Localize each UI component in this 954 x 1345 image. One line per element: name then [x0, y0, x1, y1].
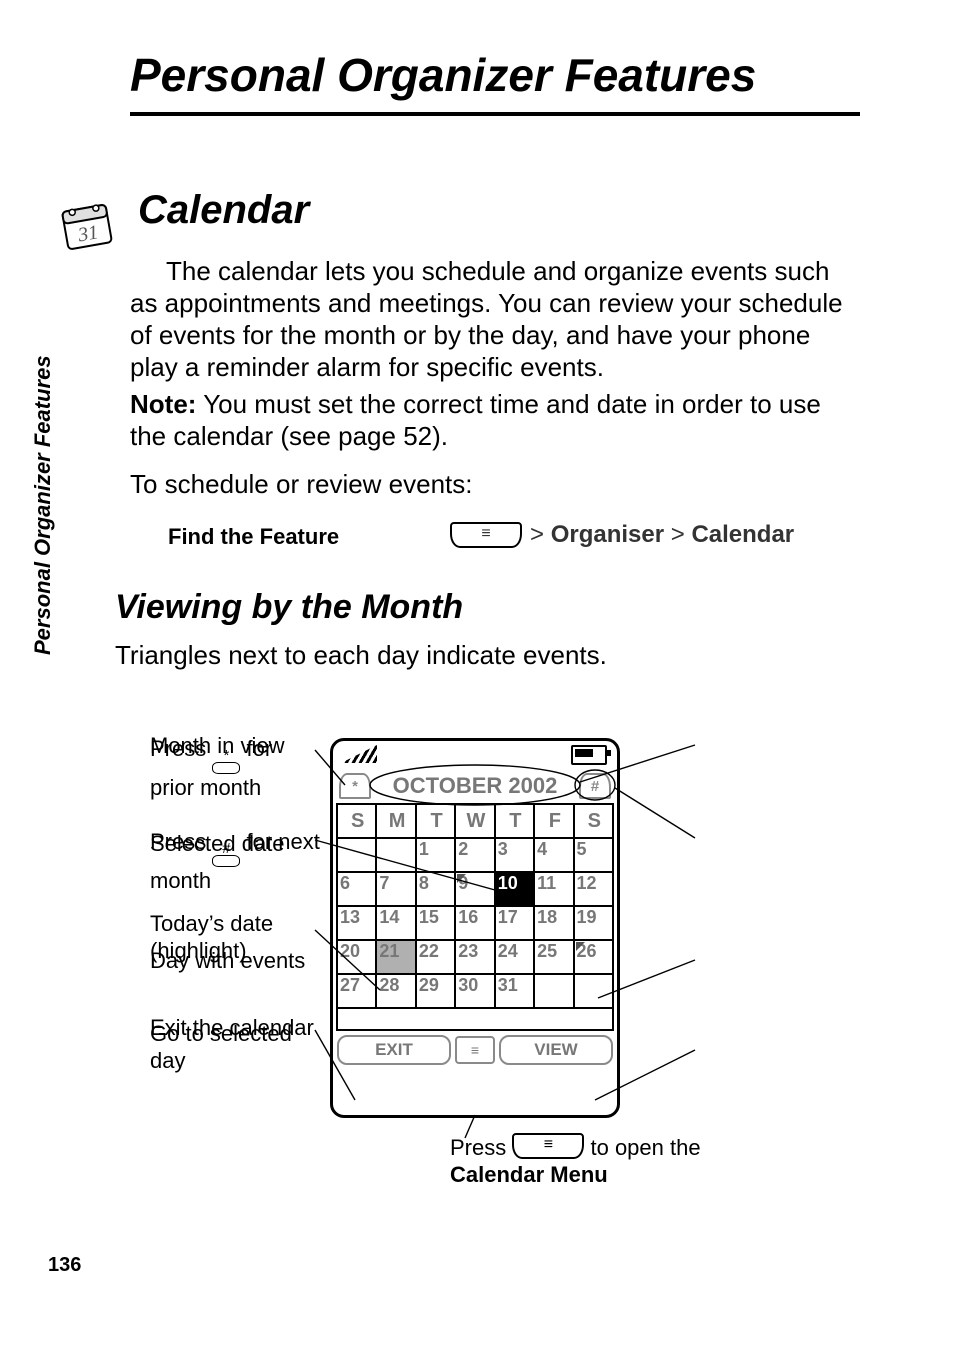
schedule-line: To schedule or review events:	[130, 468, 860, 500]
day-w0-1[interactable]	[376, 838, 415, 872]
day-w4-0[interactable]: 27	[337, 974, 376, 1008]
calendar-grid: S M T W T F S 1 2 3 4 5 6 7 8 9	[336, 803, 614, 1031]
dow-0: S	[337, 804, 376, 838]
day-w4-4[interactable]: 31	[495, 974, 534, 1008]
page-number: 136	[48, 1254, 81, 1277]
find-the-feature-label: Find the Feature	[168, 524, 339, 550]
menu-footnote: Press to open the Calendar Menu	[450, 1133, 701, 1188]
dow-4: T	[495, 804, 534, 838]
day-w3-5[interactable]: 25	[534, 940, 573, 974]
svg-text:31: 31	[75, 221, 100, 246]
day-w4-6[interactable]	[574, 974, 613, 1008]
day-w3-3[interactable]: 23	[455, 940, 494, 974]
section-heading-calendar: Calendar	[138, 188, 309, 233]
title-rule	[130, 112, 860, 116]
prev-month-key[interactable]: *	[339, 773, 371, 799]
day-w0-5[interactable]: 4	[534, 838, 573, 872]
foot-a: Press	[450, 1135, 512, 1160]
week-extra	[337, 1008, 613, 1030]
side-tab-label: Personal Organizer Features	[30, 340, 64, 670]
note-text: You must set the correct time and date i…	[130, 389, 821, 451]
week-4: 27 28 29 30 31	[337, 974, 613, 1008]
dow-3: W	[455, 804, 494, 838]
day-w4-1[interactable]: 28	[376, 974, 415, 1008]
callout-day-with-events: Day with events	[150, 947, 315, 974]
phone-screen: * OCTOBER 2002 # S M T W T F S 1 2 3 4 5	[330, 738, 620, 1118]
callout-month-in-view: Month in view	[150, 732, 315, 759]
week-2: 13 14 15 16 17 18 19	[337, 906, 613, 940]
extra-row	[337, 1008, 613, 1030]
week-0: 1 2 3 4 5	[337, 838, 613, 872]
day-w2-3[interactable]: 16	[455, 906, 494, 940]
day-w0-4[interactable]: 3	[495, 838, 534, 872]
day-w0-3[interactable]: 2	[455, 838, 494, 872]
day-w2-0[interactable]: 13	[337, 906, 376, 940]
day-w4-3[interactable]: 30	[455, 974, 494, 1008]
hash-key-icon: #	[212, 844, 240, 867]
path-sep-2: >	[664, 521, 691, 548]
day-w1-6[interactable]: 12	[574, 872, 613, 906]
signal-icon	[341, 745, 377, 763]
day-w3-0[interactable]: 20	[337, 940, 376, 974]
softkey-exit[interactable]: EXIT	[337, 1035, 451, 1065]
note-label: Note:	[130, 389, 196, 419]
menu-key-icon	[450, 522, 522, 548]
path-sep-1: >	[530, 521, 551, 548]
day-w2-1[interactable]: 14	[376, 906, 415, 940]
day-w1-5[interactable]: 11	[534, 872, 573, 906]
month-nav-row: * OCTOBER 2002 #	[333, 771, 617, 801]
next-month-key[interactable]: #	[579, 773, 611, 799]
dow-5: F	[534, 804, 573, 838]
day-w3-4[interactable]: 24	[495, 940, 534, 974]
day-w1-2[interactable]: 8	[416, 872, 455, 906]
day-w2-5[interactable]: 18	[534, 906, 573, 940]
softkey-menu-icon[interactable]: ≡	[455, 1036, 495, 1064]
day-w4-5[interactable]	[534, 974, 573, 1008]
dow-1: M	[376, 804, 415, 838]
day-w2-2[interactable]: 15	[416, 906, 455, 940]
viewing-intro: Triangles next to each day indicate even…	[115, 640, 607, 671]
callout-next-month: Press # for next month	[150, 828, 320, 894]
day-w1-0[interactable]: 6	[337, 872, 376, 906]
week-3: 20 21 22 23 24 25 26	[337, 940, 613, 974]
week-1: 6 7 8 9 10 11 12	[337, 872, 613, 906]
day-w0-0[interactable]	[337, 838, 376, 872]
month-label: OCTOBER 2002	[393, 773, 558, 799]
callout-next-month-a: Press	[150, 829, 212, 854]
day-w0-2[interactable]: 1	[416, 838, 455, 872]
day-w1-3[interactable]: 9	[455, 872, 494, 906]
phone-statusbar	[333, 741, 617, 771]
softkey-row: EXIT ≡ VIEW	[333, 1031, 617, 1065]
callout-go-selected-day: Go to selected day	[150, 1020, 315, 1074]
subheading-viewing-month: Viewing by the Month	[115, 588, 463, 627]
dow-6: S	[574, 804, 613, 838]
page-title: Personal Organizer Features	[130, 48, 756, 102]
day-w3-1[interactable]: 21	[376, 940, 415, 974]
day-w4-2[interactable]: 29	[416, 974, 455, 1008]
calendar-icon: 31	[55, 198, 119, 256]
find-the-feature-path: > Organiser > Calendar	[450, 521, 794, 549]
foot-c: Calendar Menu	[450, 1162, 608, 1187]
foot-b: to open the	[590, 1135, 700, 1160]
day-w2-6[interactable]: 19	[574, 906, 613, 940]
day-w2-4[interactable]: 17	[495, 906, 534, 940]
path-item-organiser: Organiser	[551, 521, 664, 548]
menu-key-icon-2	[512, 1133, 584, 1159]
day-w1-4[interactable]: 10	[495, 872, 534, 906]
softkey-view[interactable]: VIEW	[499, 1035, 613, 1065]
dow-2: T	[416, 804, 455, 838]
day-w0-6[interactable]: 5	[574, 838, 613, 872]
intro-text: The calendar lets you schedule and organ…	[130, 256, 843, 382]
battery-icon	[571, 745, 607, 765]
path-item-calendar: Calendar	[691, 521, 794, 548]
note-paragraph: Note: You must set the correct time and …	[130, 388, 860, 452]
dow-row: S M T W T F S	[337, 804, 613, 838]
day-w1-1[interactable]: 7	[376, 872, 415, 906]
intro-paragraph: The calendar lets you schedule and organ…	[130, 255, 860, 383]
day-w3-6[interactable]: 26	[574, 940, 613, 974]
day-w3-2[interactable]: 22	[416, 940, 455, 974]
calendar-diagram: Press * for prior month Selected date To…	[150, 720, 870, 1190]
